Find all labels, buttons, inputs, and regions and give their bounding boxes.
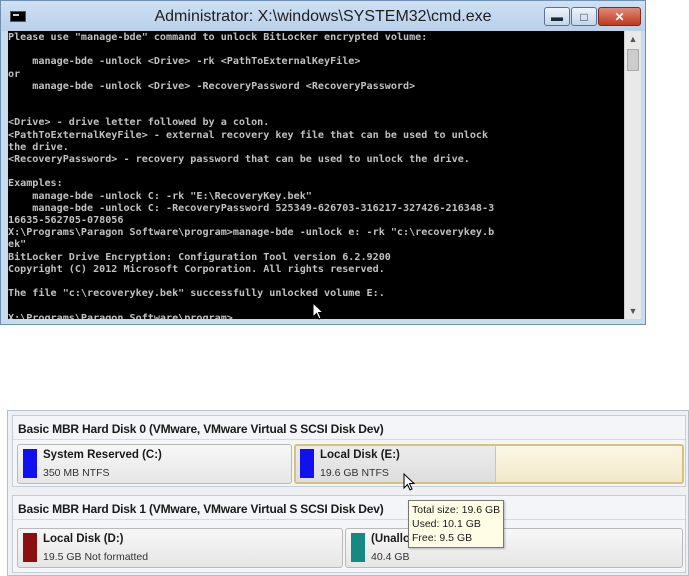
partition-name: Local Disk (E:) — [320, 449, 400, 461]
partition-size: 350 MB NTFS — [43, 467, 110, 479]
disk-map-panel: Basic MBR Hard Disk 0 (VMware, VMware Vi… — [7, 410, 689, 576]
partition-size: 19.5 GB Not formatted — [43, 551, 149, 563]
cmd-title-bar[interactable]: Administrator: X:\windows\SYSTEM32\cmd.e… — [1, 1, 645, 31]
disk-0[interactable]: Basic MBR Hard Disk 0 (VMware, VMware Vi… — [12, 415, 686, 487]
partition-size: 40.4 GB — [371, 551, 410, 563]
disk-1[interactable]: Basic MBR Hard Disk 1 (VMware, VMware Vi… — [12, 495, 686, 573]
partition-name: Local Disk (D:) — [43, 533, 124, 545]
disk-1-title: Basic MBR Hard Disk 1 (VMware, VMware Vi… — [18, 502, 384, 516]
tooltip-free: Free: 9.5 GB — [412, 532, 473, 544]
partition-color-swatch — [351, 533, 365, 562]
partition-unallocated[interactable]: (Unallo 40.4 GB — [345, 528, 683, 568]
disk-0-title: Basic MBR Hard Disk 0 (VMware, VMware Vi… — [18, 422, 384, 436]
tooltip-used: Used: 10.1 GB — [412, 518, 481, 530]
scroll-down-arrow-icon[interactable]: ▼ — [625, 303, 641, 319]
partition-color-swatch — [300, 449, 314, 478]
partition-local-disk-e[interactable]: Local Disk (E:) 19.6 GB NTFS — [294, 444, 684, 484]
partition-local-disk-d[interactable]: Local Disk (D:) 19.5 GB Not formatted — [17, 528, 343, 568]
partition-size: 19.6 GB NTFS — [320, 467, 389, 479]
partition-color-swatch — [23, 533, 37, 562]
scroll-up-arrow-icon[interactable]: ▲ — [625, 31, 641, 47]
tooltip-total-size: Total size: 19.6 GB — [412, 504, 501, 516]
divider — [13, 439, 685, 440]
scrollbar-thumb[interactable] — [627, 49, 639, 71]
cmd-window: Administrator: X:\windows\SYSTEM32\cmd.e… — [0, 0, 646, 325]
partition-name: (Unallo — [371, 533, 410, 545]
minimize-button[interactable]: ▬ — [544, 7, 570, 26]
close-button[interactable]: ✕ — [598, 7, 641, 26]
cmd-scrollbar[interactable]: ▲ ▼ — [624, 31, 641, 319]
partition-system-reserved[interactable]: System Reserved (C:) 350 MB NTFS — [17, 444, 292, 484]
mouse-pointer-icon — [312, 302, 324, 320]
partition-tooltip: Total size: 19.6 GB Used: 10.1 GB Free: … — [408, 500, 504, 548]
mouse-pointer-icon — [403, 473, 415, 491]
cmd-console[interactable]: Please use "manage-bde" command to unloc… — [8, 31, 624, 319]
partition-name: System Reserved (C:) — [43, 449, 162, 461]
maximize-button[interactable]: □ — [571, 7, 597, 26]
partition-color-swatch — [23, 449, 37, 478]
divider — [13, 519, 685, 520]
cmd-output-text: Please use "manage-bde" command to unloc… — [8, 32, 495, 319]
